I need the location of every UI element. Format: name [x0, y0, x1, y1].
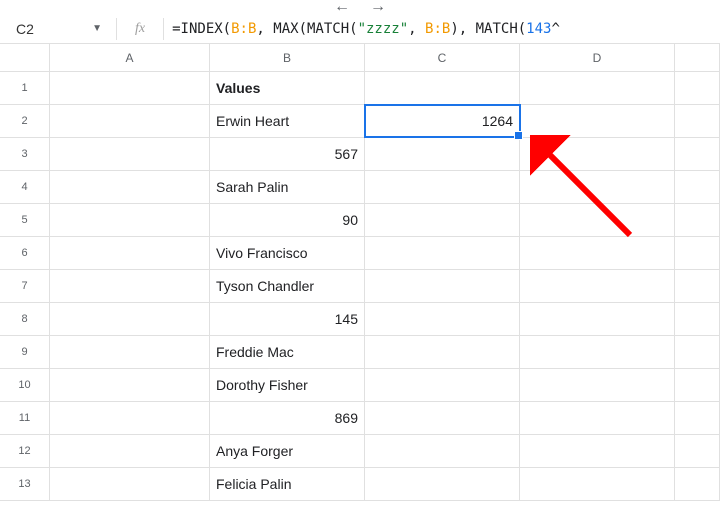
- col-header-E[interactable]: [675, 44, 720, 72]
- chevron-down-icon[interactable]: ▼: [92, 23, 102, 34]
- cell-A7[interactable]: [50, 270, 210, 303]
- divider: [163, 18, 164, 40]
- cell-reference: C2: [16, 21, 34, 37]
- row-header-7[interactable]: 7: [0, 270, 50, 303]
- row-header-8[interactable]: 8: [0, 303, 50, 336]
- cell-A2[interactable]: [50, 105, 210, 138]
- cell-C8[interactable]: [365, 303, 520, 336]
- row-header-3[interactable]: 3: [0, 138, 50, 171]
- col-header-D[interactable]: D: [520, 44, 675, 72]
- spreadsheet-grid[interactable]: A B C D 1 Values 2 Erwin Heart 1264 3 56…: [0, 44, 720, 501]
- row-header-10[interactable]: 10: [0, 369, 50, 402]
- row-header-12[interactable]: 12: [0, 435, 50, 468]
- cell-C2[interactable]: 1264: [364, 104, 521, 138]
- cell-E10[interactable]: [675, 369, 720, 402]
- cell-B6[interactable]: Vivo Francisco: [210, 237, 365, 270]
- cell-A3[interactable]: [50, 138, 210, 171]
- col-header-B[interactable]: B: [210, 44, 365, 72]
- cell-D1[interactable]: [520, 72, 675, 105]
- cell-D11[interactable]: [520, 402, 675, 435]
- cell-E13[interactable]: [675, 468, 720, 501]
- cell-C11[interactable]: [365, 402, 520, 435]
- cell-B13[interactable]: Felicia Palin: [210, 468, 365, 501]
- undo-icon[interactable]: ←: [334, 0, 350, 16]
- cell-C5[interactable]: [365, 204, 520, 237]
- cell-B4[interactable]: Sarah Palin: [210, 171, 365, 204]
- row-header-6[interactable]: 6: [0, 237, 50, 270]
- cell-D6[interactable]: [520, 237, 675, 270]
- cell-B8[interactable]: 145: [210, 303, 365, 336]
- cell-D2[interactable]: [520, 105, 675, 138]
- cell-A13[interactable]: [50, 468, 210, 501]
- cell-C13[interactable]: [365, 468, 520, 501]
- row-header-1[interactable]: 1: [0, 72, 50, 105]
- toolbar-top: ← →: [0, 0, 720, 14]
- cell-D7[interactable]: [520, 270, 675, 303]
- cell-C10[interactable]: [365, 369, 520, 402]
- row-header-2[interactable]: 2: [0, 105, 50, 138]
- cell-D3[interactable]: [520, 138, 675, 171]
- cell-D4[interactable]: [520, 171, 675, 204]
- redo-icon[interactable]: →: [370, 0, 386, 16]
- divider: [116, 18, 117, 40]
- name-box[interactable]: C2 ▼: [8, 17, 108, 41]
- row-header-4[interactable]: 4: [0, 171, 50, 204]
- cell-B7[interactable]: Tyson Chandler: [210, 270, 365, 303]
- cell-D8[interactable]: [520, 303, 675, 336]
- cell-B5[interactable]: 90: [210, 204, 365, 237]
- cell-A9[interactable]: [50, 336, 210, 369]
- col-header-A[interactable]: A: [50, 44, 210, 72]
- cell-E2[interactable]: [675, 105, 720, 138]
- cell-E3[interactable]: [675, 138, 720, 171]
- cell-A1[interactable]: [50, 72, 210, 105]
- cell-E12[interactable]: [675, 435, 720, 468]
- cell-B1[interactable]: Values: [210, 72, 365, 105]
- cell-B12[interactable]: Anya Forger: [210, 435, 365, 468]
- cell-D12[interactable]: [520, 435, 675, 468]
- cell-C4[interactable]: [365, 171, 520, 204]
- cell-D5[interactable]: [520, 204, 675, 237]
- cell-E7[interactable]: [675, 270, 720, 303]
- select-all-corner[interactable]: [0, 44, 50, 72]
- row-header-5[interactable]: 5: [0, 204, 50, 237]
- cell-B11[interactable]: 869: [210, 402, 365, 435]
- cell-A10[interactable]: [50, 369, 210, 402]
- cell-C12[interactable]: [365, 435, 520, 468]
- cell-A5[interactable]: [50, 204, 210, 237]
- cell-C6[interactable]: [365, 237, 520, 270]
- cell-A6[interactable]: [50, 237, 210, 270]
- cell-C9[interactable]: [365, 336, 520, 369]
- col-header-C[interactable]: C: [365, 44, 520, 72]
- cell-C1[interactable]: [365, 72, 520, 105]
- cell-E9[interactable]: [675, 336, 720, 369]
- cell-A12[interactable]: [50, 435, 210, 468]
- cell-B10[interactable]: Dorothy Fisher: [210, 369, 365, 402]
- cell-A11[interactable]: [50, 402, 210, 435]
- cell-D10[interactable]: [520, 369, 675, 402]
- row-header-11[interactable]: 11: [0, 402, 50, 435]
- fx-icon: fx: [125, 21, 155, 37]
- cell-E11[interactable]: [675, 402, 720, 435]
- cell-B9[interactable]: Freddie Mac: [210, 336, 365, 369]
- formula-bar: C2 ▼ fx =INDEX(B:B, MAX(MATCH("zzzz", B:…: [0, 14, 720, 44]
- cell-C3[interactable]: [365, 138, 520, 171]
- cell-E5[interactable]: [675, 204, 720, 237]
- cell-D9[interactable]: [520, 336, 675, 369]
- cell-A4[interactable]: [50, 171, 210, 204]
- formula-input[interactable]: =INDEX(B:B, MAX(MATCH("zzzz", B:B), MATC…: [172, 21, 712, 37]
- cell-E6[interactable]: [675, 237, 720, 270]
- cell-B2[interactable]: Erwin Heart: [210, 105, 365, 138]
- cell-C7[interactable]: [365, 270, 520, 303]
- cell-E8[interactable]: [675, 303, 720, 336]
- cell-E4[interactable]: [675, 171, 720, 204]
- cell-B3[interactable]: 567: [210, 138, 365, 171]
- cell-D13[interactable]: [520, 468, 675, 501]
- row-header-9[interactable]: 9: [0, 336, 50, 369]
- cell-E1[interactable]: [675, 72, 720, 105]
- row-header-13[interactable]: 13: [0, 468, 50, 501]
- cell-A8[interactable]: [50, 303, 210, 336]
